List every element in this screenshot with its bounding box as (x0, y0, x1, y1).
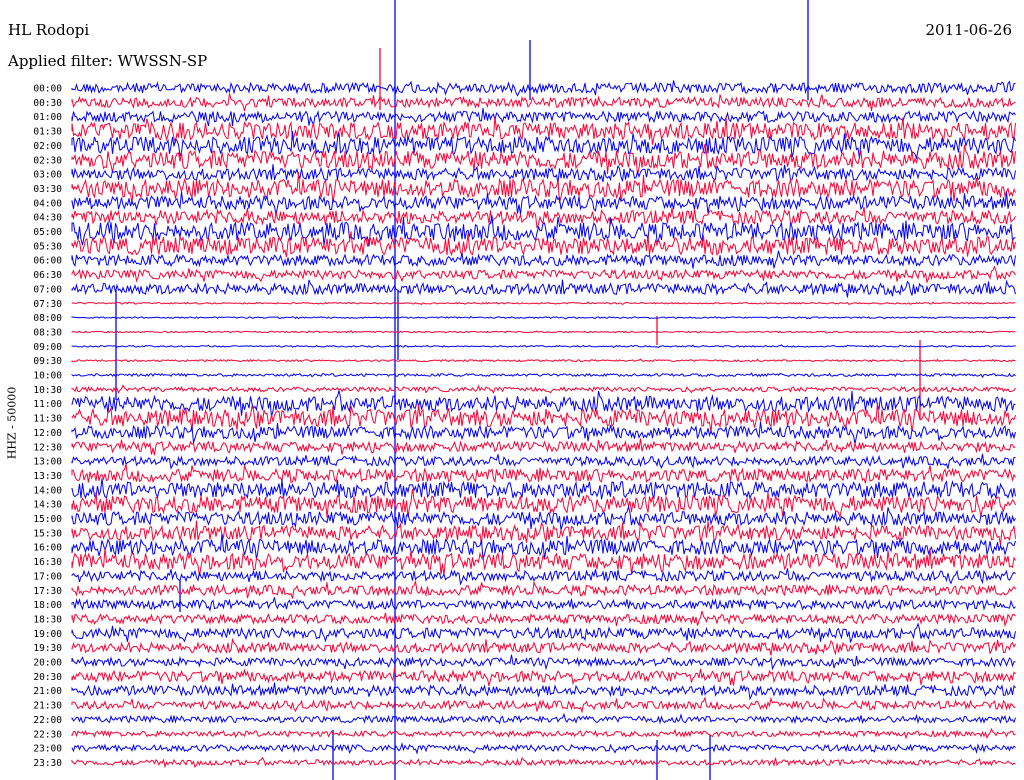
tick-label: 11:00 (33, 399, 62, 410)
tick-label: 19:30 (33, 643, 62, 654)
trace-line (71, 696, 1016, 714)
tick-label: 19:00 (33, 629, 62, 640)
trace-line (71, 131, 1016, 160)
trace-line (71, 315, 1016, 320)
tick-label: 04:00 (33, 198, 62, 209)
trace-line (71, 520, 1016, 546)
tick-label: 14:00 (33, 485, 62, 496)
helicorder-plot: 00:00 00:30 01:00 01:30 02:00 02:30 03:00 03:30… (33, 0, 1016, 780)
trace-line (71, 108, 1016, 127)
tick-label: 02:30 (33, 155, 62, 166)
trace-line (71, 712, 1016, 725)
trace-line (71, 301, 1016, 306)
trace-line (71, 682, 1016, 701)
trace-line (71, 463, 1016, 484)
trace-line (71, 667, 1016, 687)
tick-label: 07:00 (33, 284, 62, 295)
trace-line (71, 741, 1016, 755)
trace-line (71, 478, 1016, 501)
time-labels: 00:00 00:30 01:00 01:30 02:00 02:30 03:00 03:30… (33, 84, 62, 769)
trace-line (71, 654, 1016, 671)
tick-label: 13:30 (33, 471, 62, 482)
trace-line (71, 250, 1016, 269)
tick-label: 09:30 (33, 356, 62, 367)
tick-label: 21:30 (33, 701, 62, 712)
tick-label: 16:00 (33, 543, 62, 554)
trace-line (71, 568, 1016, 586)
tick-label: 11:30 (33, 414, 62, 425)
tick-label: 20:00 (33, 658, 62, 669)
trace-line (71, 637, 1016, 656)
trace-line (71, 206, 1016, 229)
tick-label: 00:30 (33, 98, 62, 109)
tick-label: 20:30 (33, 672, 62, 683)
trace-line (71, 279, 1016, 298)
tick-label: 02:00 (33, 141, 62, 152)
tick-label: 03:00 (33, 170, 62, 181)
tick-label: 09:00 (33, 342, 62, 353)
trace-line (71, 580, 1016, 599)
trace-line (71, 164, 1016, 184)
tick-label: 23:30 (33, 758, 62, 769)
tick-label: 17:00 (33, 571, 62, 582)
trace-line (71, 231, 1016, 258)
tick-label: 10:30 (33, 385, 62, 396)
tick-label: 06:30 (33, 270, 62, 281)
trace-line (71, 372, 1016, 379)
tick-label: 15:00 (33, 514, 62, 525)
tick-label: 22:00 (33, 715, 62, 726)
trace-line (71, 330, 1016, 334)
tick-label: 21:00 (33, 686, 62, 697)
trace-line (71, 756, 1016, 769)
tick-label: 03:30 (33, 184, 62, 195)
tick-label: 06:00 (33, 256, 62, 267)
trace-line (71, 191, 1016, 215)
trace-line (71, 265, 1016, 284)
tick-label: 01:30 (33, 127, 62, 138)
trace-line (71, 438, 1016, 456)
tick-label: 05:00 (33, 227, 62, 238)
trace-line (71, 453, 1016, 470)
tick-label: 08:30 (33, 327, 62, 338)
tick-label: 13:00 (33, 457, 62, 468)
trace-line (71, 390, 1016, 417)
trace-line (71, 422, 1016, 444)
tick-label: 12:00 (33, 428, 62, 439)
trace-line (71, 80, 1016, 97)
tick-label: 05:30 (33, 241, 62, 252)
tick-label: 04:30 (33, 213, 62, 224)
trace-line (71, 344, 1016, 349)
tick-label: 18:00 (33, 600, 62, 611)
trace-line (71, 610, 1016, 628)
tick-label: 14:30 (33, 500, 62, 511)
tick-label: 07:30 (33, 299, 62, 310)
tick-label: 10:00 (33, 371, 62, 382)
tick-label: 01:00 (33, 112, 62, 123)
trace-line (71, 93, 1016, 112)
tick-label: 08:00 (33, 313, 62, 324)
trace-line (71, 622, 1016, 643)
tick-label: 22:30 (33, 729, 62, 740)
trace-line (71, 597, 1016, 612)
tick-label: 18:30 (33, 614, 62, 625)
tick-label: 12:30 (33, 442, 62, 453)
traces-layer (71, 80, 1016, 769)
trace-line (71, 727, 1016, 740)
tick-label: 16:30 (33, 557, 62, 568)
trace-line (71, 358, 1016, 363)
trace-line (71, 384, 1016, 395)
tick-label: 17:30 (33, 586, 62, 597)
tick-label: 23:00 (33, 744, 62, 755)
tick-label: 00:00 (33, 84, 62, 95)
tick-label: 15:30 (33, 528, 62, 539)
